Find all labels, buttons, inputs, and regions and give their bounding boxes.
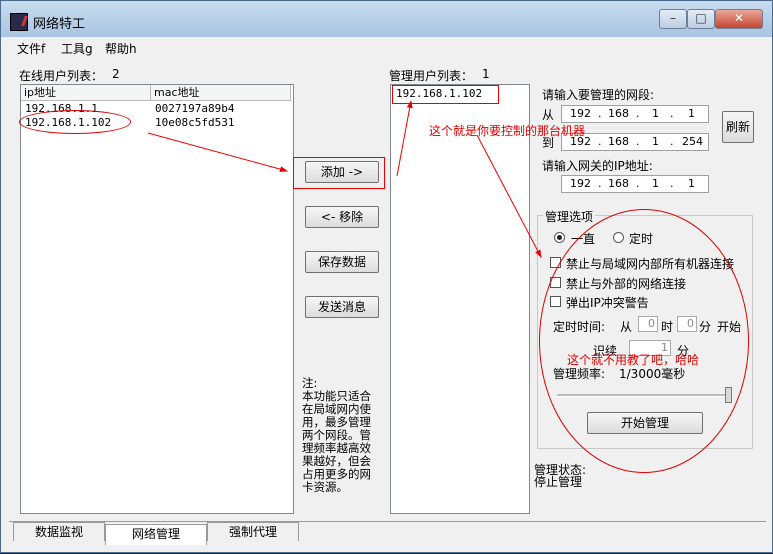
tab-network-manage[interactable]: 网络管理: [105, 524, 207, 545]
arrow-to-add: [147, 132, 288, 173]
arrow-to-options: [476, 134, 542, 258]
tab-strip-line: [9, 521, 766, 522]
arrow-to-managed: [396, 100, 413, 177]
main-window: 网络特工 – □ ✕ 文件f 工具g 帮助h 在线用户列表： 2 ip地址 ma…: [0, 0, 773, 553]
tab-data-monitor[interactable]: 数据监视: [13, 522, 105, 541]
tab-force-proxy[interactable]: 强制代理: [207, 522, 299, 541]
annotation-arrows: [147, 100, 542, 258]
